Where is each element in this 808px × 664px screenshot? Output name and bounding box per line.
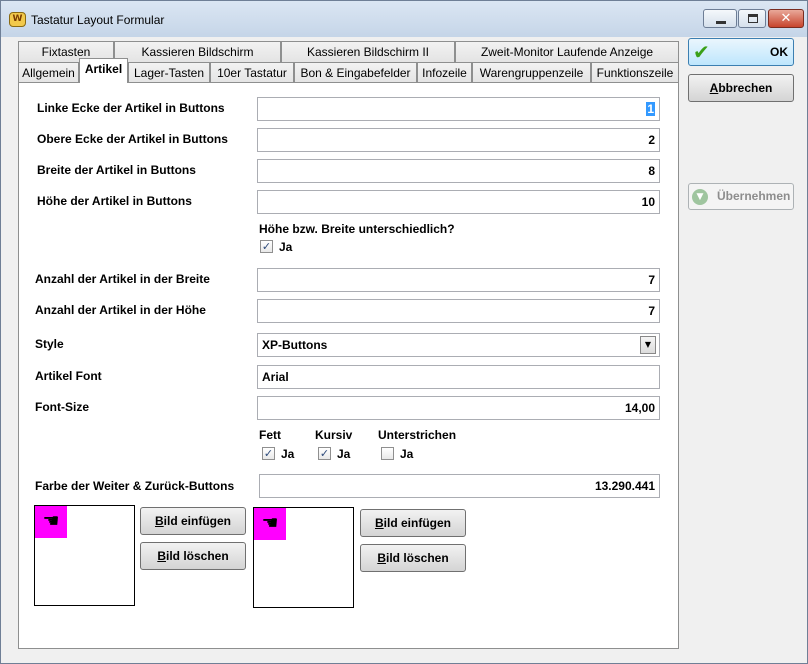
bild-einfuegen-2-mnemonic: B	[374, 516, 384, 530]
label-kursiv: Kursiv	[315, 428, 353, 442]
input-font[interactable]: Arial	[257, 365, 660, 389]
tab-infozeile[interactable]: Infozeile	[417, 62, 472, 84]
label-breite: Breite der Artikel in Buttons	[37, 163, 196, 177]
input-anzahl-breite[interactable]: 7	[257, 268, 660, 292]
checkbox-fett-label: Ja	[281, 447, 295, 461]
checkbox-unterstrichen-label: Ja	[400, 447, 414, 461]
input-farbe[interactable]: 13.290.441	[259, 474, 660, 498]
bild-einfuegen-button-2[interactable]: Bild einfügen	[360, 509, 466, 537]
checkbox-unterschiedlich[interactable]: ✓	[260, 240, 273, 253]
label-obere-ecke: Obere Ecke der Artikel in Buttons	[37, 132, 228, 146]
checkbox-unterschiedlich-label: Ja	[279, 240, 293, 254]
select-style-value: XP-Buttons	[262, 338, 328, 352]
tab-allgemein[interactable]: Allgemein	[18, 62, 79, 84]
close-icon: ✕	[780, 11, 792, 26]
label-farbe: Farbe der Weiter & Zurück-Buttons	[35, 479, 235, 493]
bild-loeschen-1-mnemonic: B	[157, 549, 166, 563]
dropdown-arrow-icon[interactable]: ▼	[640, 336, 656, 354]
pointing-hand-icon-2: ☚	[254, 508, 286, 540]
bild-einfuegen-1-mnemonic: B	[154, 514, 164, 528]
input-font-size[interactable]: 14,00	[257, 396, 660, 420]
label-font: Artikel Font	[35, 369, 102, 383]
label-anzahl-hoehe: Anzahl der Artikel in der Höhe	[35, 303, 206, 317]
label-unterschiedlich: Höhe bzw. Breite unterschiedlich?	[259, 222, 455, 236]
apply-down-arrow-icon: ▼	[692, 189, 708, 205]
tab-10er-tastatur[interactable]: 10er Tastatur	[210, 62, 294, 84]
label-style: Style	[35, 337, 64, 351]
label-unterstrichen: Unterstrichen	[378, 428, 457, 442]
input-breite[interactable]: 8	[257, 159, 660, 183]
bild-loeschen-button-2[interactable]: Bild löschen	[360, 544, 466, 572]
image-preview-weiter: ☚	[34, 505, 135, 606]
input-obere-ecke[interactable]: 2	[257, 128, 660, 152]
cancel-button[interactable]: Abbrechen	[688, 74, 794, 102]
tab-bon-eingabefelder[interactable]: Bon & Eingabefelder	[294, 62, 417, 84]
minimize-button[interactable]	[703, 9, 737, 28]
label-font-size: Font-Size	[35, 400, 89, 414]
bild-einfuegen-1-text: ild einfügen	[163, 514, 231, 528]
tab-kassieren-bildschirm[interactable]: Kassieren Bildschirm	[114, 41, 281, 63]
tab-lager-tasten[interactable]: Lager-Tasten	[128, 62, 210, 84]
label-linke-ecke: Linke Ecke der Artikel in Buttons	[37, 101, 225, 115]
tab-kassieren-bildschirm-ii[interactable]: Kassieren Bildschirm II	[281, 41, 455, 63]
checkbox-fett[interactable]: ✓	[262, 447, 275, 460]
window-title: Tastatur Layout Formular	[31, 13, 165, 27]
form-window: W Tastatur Layout Formular ✕ Fixtasten K…	[0, 0, 808, 664]
ok-label: OK	[770, 45, 788, 59]
bild-einfuegen-2-text: ild einfügen	[383, 516, 451, 530]
linke-ecke-value: 1	[646, 102, 655, 116]
checkbox-kursiv[interactable]: ✓	[318, 447, 331, 460]
ok-button[interactable]: ✔ OK	[688, 38, 794, 66]
bild-loeschen-2-mnemonic: B	[377, 551, 386, 565]
bild-loeschen-2-text: ild löschen	[385, 551, 449, 565]
title-bar[interactable]: W Tastatur Layout Formular ✕	[1, 1, 807, 37]
input-anzahl-hoehe[interactable]: 7	[257, 299, 660, 323]
checkbox-kursiv-label: Ja	[337, 447, 351, 461]
label-fett: Fett	[259, 428, 281, 442]
bild-loeschen-1-text: ild löschen	[165, 549, 229, 563]
image-preview-zurueck: ☚	[253, 507, 354, 608]
apply-label: Übernehmen	[717, 189, 791, 203]
bild-loeschen-button-1[interactable]: Bild löschen	[140, 542, 246, 570]
apply-button[interactable]: ▼ Übernehmen	[688, 183, 794, 210]
select-style[interactable]: XP-Buttons	[257, 333, 660, 357]
cancel-text: bbrechen	[718, 81, 773, 95]
bild-einfuegen-button-1[interactable]: Bild einfügen	[140, 507, 246, 535]
maximize-button[interactable]	[738, 9, 766, 28]
checkbox-unterstrichen[interactable]	[381, 447, 394, 460]
tab-panel-artikel: Linke Ecke der Artikel in Buttons 1 Ober…	[18, 82, 679, 649]
tab-artikel[interactable]: Artikel	[79, 58, 128, 83]
close-button[interactable]: ✕	[768, 9, 804, 28]
tab-warengruppenzeile[interactable]: Warengruppenzeile	[472, 62, 591, 84]
maximize-icon	[748, 14, 758, 23]
label-anzahl-breite: Anzahl der Artikel in der Breite	[35, 272, 210, 286]
minimize-icon	[716, 21, 726, 24]
label-hoehe: Höhe der Artikel in Buttons	[37, 194, 192, 208]
tab-zweit-monitor[interactable]: Zweit-Monitor Laufende Anzeige	[455, 41, 679, 63]
input-hoehe[interactable]: 10	[257, 190, 660, 214]
pointing-hand-icon: ☚	[35, 506, 67, 538]
tab-funktionszeile[interactable]: Funktionszeile	[591, 62, 679, 84]
app-icon: W	[9, 12, 26, 27]
input-linke-ecke[interactable]: 1	[257, 97, 660, 121]
checkmark-icon: ✔	[693, 40, 710, 64]
